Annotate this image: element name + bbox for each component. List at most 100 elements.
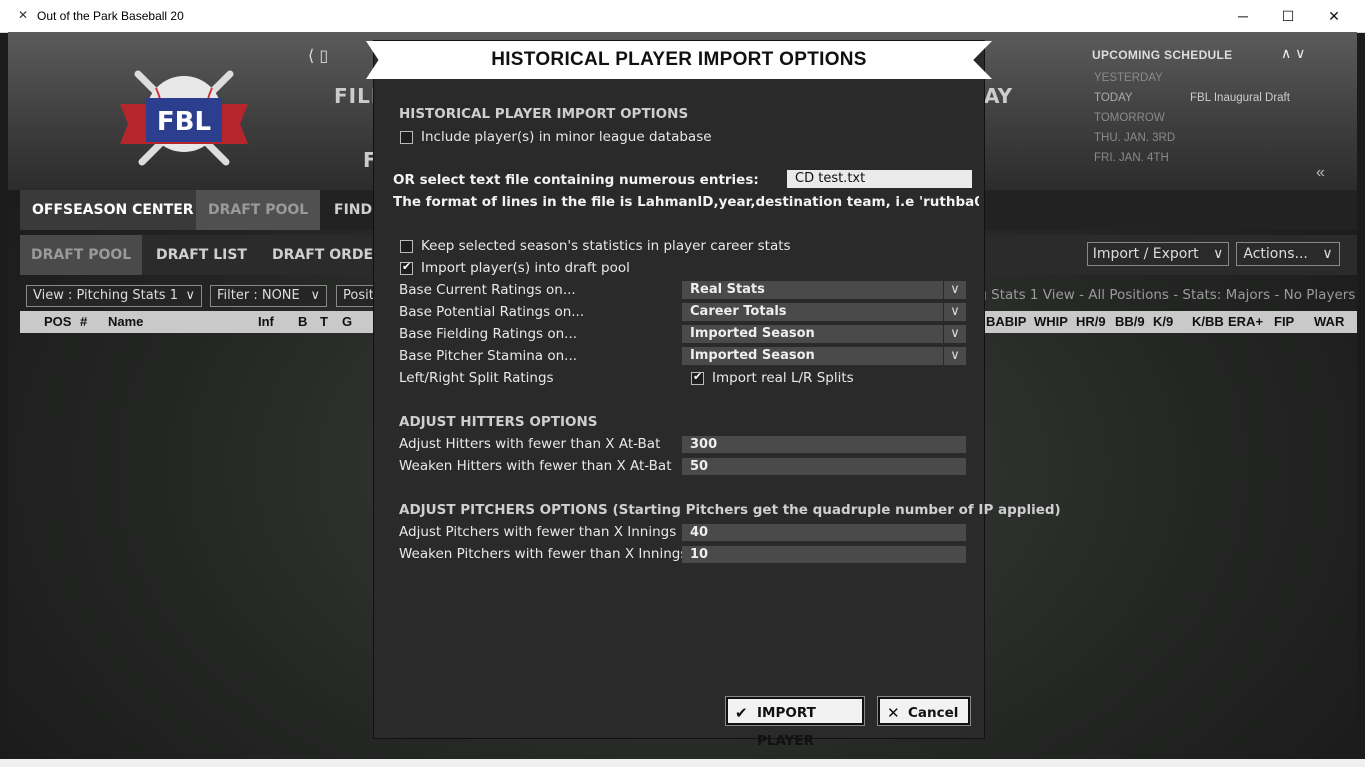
current-ratings-select[interactable]: Real Stats ∨ bbox=[682, 281, 966, 299]
chevron-down-icon: ∨ bbox=[1322, 246, 1333, 262]
hitters-weaken-label: Weaken Hitters with fewer than X At-Bat bbox=[399, 458, 672, 474]
col-hr9[interactable]: HR/9 bbox=[1076, 314, 1106, 329]
upcoming-schedule: UPCOMING SCHEDULE ∧ ∨ YESTERDAY TODAY FB… bbox=[1078, 42, 1348, 182]
schedule-event[interactable]: FBL Inaugural Draft bbox=[1190, 92, 1290, 104]
view-select[interactable]: View : Pitching Stats 1 ∨ bbox=[26, 285, 202, 307]
schedule-title: UPCOMING SCHEDULE bbox=[1092, 48, 1233, 62]
import-draft-pool-checkbox[interactable] bbox=[400, 260, 413, 275]
col-throws[interactable]: T bbox=[320, 314, 328, 329]
potential-ratings-select[interactable]: Career Totals ∨ bbox=[682, 303, 966, 321]
rating-label: Base Current Ratings on... bbox=[399, 282, 576, 298]
chevron-down-icon: ∨ bbox=[943, 281, 966, 299]
position-select-value: Posit bbox=[343, 288, 374, 303]
keep-stats-label: Keep selected season's statistics in pla… bbox=[421, 238, 791, 254]
app-icon: ✕ bbox=[17, 8, 29, 22]
cancel-button[interactable]: ✕ Cancel bbox=[877, 696, 971, 726]
or-select-file-label: OR select text file containing numerous … bbox=[393, 172, 759, 188]
schedule-row: THU. JAN. 3RD bbox=[1094, 132, 1176, 144]
subtab-draft-list[interactable]: DRAFT LIST bbox=[145, 235, 258, 275]
col-kbb[interactable]: K/BB bbox=[1192, 314, 1224, 329]
minimize-button[interactable]: ─ bbox=[1220, 0, 1266, 32]
cancel-label: Cancel bbox=[908, 705, 959, 721]
col-babip[interactable]: BABIP bbox=[986, 314, 1026, 329]
rating-label: Base Potential Ratings on... bbox=[399, 304, 585, 320]
format-description: The format of lines in the file is Lahma… bbox=[393, 194, 979, 210]
file-select-box[interactable]: CD test.txt bbox=[787, 170, 972, 188]
col-k9[interactable]: K/9 bbox=[1153, 314, 1173, 329]
pitchers-adjust-input[interactable]: 40 bbox=[682, 524, 966, 541]
hitters-adjust-input[interactable]: 300 bbox=[682, 436, 966, 453]
window-titlebar: ✕ Out of the Park Baseball 20 ─ ☐ ✕ bbox=[0, 0, 1365, 33]
fbl-logo: FBL bbox=[120, 70, 248, 166]
chevron-down-icon: ∨ bbox=[943, 325, 966, 343]
window-title: Out of the Park Baseball 20 bbox=[37, 9, 184, 23]
dialog-title: HISTORICAL PLAYER IMPORT OPTIONS bbox=[491, 49, 867, 70]
keep-stats-checkbox[interactable] bbox=[400, 240, 413, 253]
hitters-adjust-label: Adjust Hitters with fewer than X At-Bat bbox=[399, 436, 661, 452]
schedule-row: FRI. JAN. 4TH bbox=[1094, 152, 1169, 164]
pitchers-adjust-label: Adjust Pitchers with fewer than X Inning… bbox=[399, 524, 677, 540]
import-splits-label: Import real L/R Splits bbox=[712, 370, 854, 386]
chevron-down-icon: ∨ bbox=[310, 288, 320, 303]
actions-label: Actions... bbox=[1243, 246, 1308, 262]
import-player-button[interactable]: ✔ IMPORT PLAYER bbox=[725, 696, 865, 749]
close-icon: ✕ bbox=[887, 704, 900, 722]
col-games[interactable]: G bbox=[342, 314, 352, 329]
filter-select-value: Filter : NONE bbox=[217, 288, 300, 303]
app-area: FBL ⟨ ▯ FILE F AY UPCOMING SCHEDULE ∧ ∨ … bbox=[8, 32, 1357, 759]
col-number[interactable]: # bbox=[80, 314, 87, 329]
section-pitchers: ADJUST PITCHERS OPTIONS (Starting Pitche… bbox=[399, 502, 1061, 518]
col-name[interactable]: Name bbox=[108, 314, 143, 329]
logo-text: FBL bbox=[157, 107, 211, 137]
section-hitters: ADJUST HITTERS OPTIONS bbox=[399, 414, 598, 430]
pitcher-stamina-select[interactable]: Imported Season ∨ bbox=[682, 347, 966, 365]
fielding-ratings-select[interactable]: Imported Season ∨ bbox=[682, 325, 966, 343]
import-draft-pool-label: Import player(s) into draft pool bbox=[421, 260, 630, 276]
col-bb9[interactable]: BB/9 bbox=[1115, 314, 1145, 329]
maximize-button[interactable]: ☐ bbox=[1265, 0, 1311, 32]
actions-button[interactable]: Actions... ∨ bbox=[1236, 242, 1340, 266]
fielding-ratings-value: Imported Season bbox=[690, 326, 815, 341]
col-war[interactable]: WAR bbox=[1314, 314, 1344, 329]
position-select[interactable]: Posit bbox=[336, 285, 376, 307]
pitchers-weaken-input[interactable]: 10 bbox=[682, 546, 966, 563]
filter-select[interactable]: Filter : NONE ∨ bbox=[210, 285, 327, 307]
rating-label: Base Pitcher Stamina on... bbox=[399, 348, 578, 364]
col-bats[interactable]: B bbox=[298, 314, 307, 329]
hitters-weaken-input[interactable]: 50 bbox=[682, 458, 966, 475]
col-inf[interactable]: Inf bbox=[258, 314, 274, 329]
section-import-options: HISTORICAL PLAYER IMPORT OPTIONS bbox=[399, 106, 689, 122]
import-splits-checkbox[interactable] bbox=[691, 370, 704, 385]
subtab-draft-pool[interactable]: DRAFT POOL bbox=[20, 235, 143, 275]
schedule-row: TODAY bbox=[1094, 92, 1133, 104]
collapse-icon[interactable]: « bbox=[1316, 164, 1325, 182]
pitcher-stamina-value: Imported Season bbox=[690, 348, 815, 363]
view-select-value: View : Pitching Stats 1 bbox=[33, 288, 178, 303]
import-options-dialog: HISTORICAL PLAYER IMPORT OPTIONS HISTORI… bbox=[366, 40, 1061, 749]
col-eraplus[interactable]: ERA+ bbox=[1228, 314, 1263, 329]
header-ay-label: AY bbox=[984, 84, 1013, 108]
rating-label: Base Fielding Ratings on... bbox=[399, 326, 578, 342]
pitchers-weaken-label: Weaken Pitchers with fewer than X Inning… bbox=[399, 546, 688, 562]
col-whip[interactable]: WHIP bbox=[1034, 314, 1068, 329]
close-button[interactable]: ✕ bbox=[1311, 0, 1357, 32]
tab-offseason-center[interactable]: OFFSEASON CENTER bbox=[20, 190, 206, 230]
chevron-down-icon: ∨ bbox=[185, 288, 195, 303]
schedule-row: TOMORROW bbox=[1094, 112, 1165, 124]
tab-draft-pool[interactable]: DRAFT POOL bbox=[196, 190, 321, 230]
stats-view-caption: ing Stats 1 View - All Positions - Stats… bbox=[966, 287, 1356, 303]
import-export-button[interactable]: Import / Export ∨ bbox=[1087, 242, 1229, 266]
col-pos[interactable]: POS bbox=[44, 314, 71, 329]
chevron-down-icon: ∨ bbox=[943, 347, 966, 365]
chevron-down-icon: ∨ bbox=[1213, 246, 1224, 262]
header-nav-arrows[interactable]: ⟨ ▯ bbox=[308, 46, 328, 65]
col-fip[interactable]: FIP bbox=[1274, 314, 1294, 329]
include-minor-label: Include player(s) in minor league databa… bbox=[421, 129, 712, 145]
import-player-label: IMPORT PLAYER bbox=[757, 705, 816, 749]
schedule-arrows[interactable]: ∧ ∨ bbox=[1281, 45, 1305, 62]
potential-ratings-value: Career Totals bbox=[690, 304, 787, 319]
schedule-row: YESTERDAY bbox=[1094, 72, 1163, 84]
current-ratings-value: Real Stats bbox=[690, 282, 765, 297]
import-export-label: Import / Export bbox=[1092, 246, 1199, 262]
include-minor-checkbox[interactable] bbox=[400, 131, 413, 144]
